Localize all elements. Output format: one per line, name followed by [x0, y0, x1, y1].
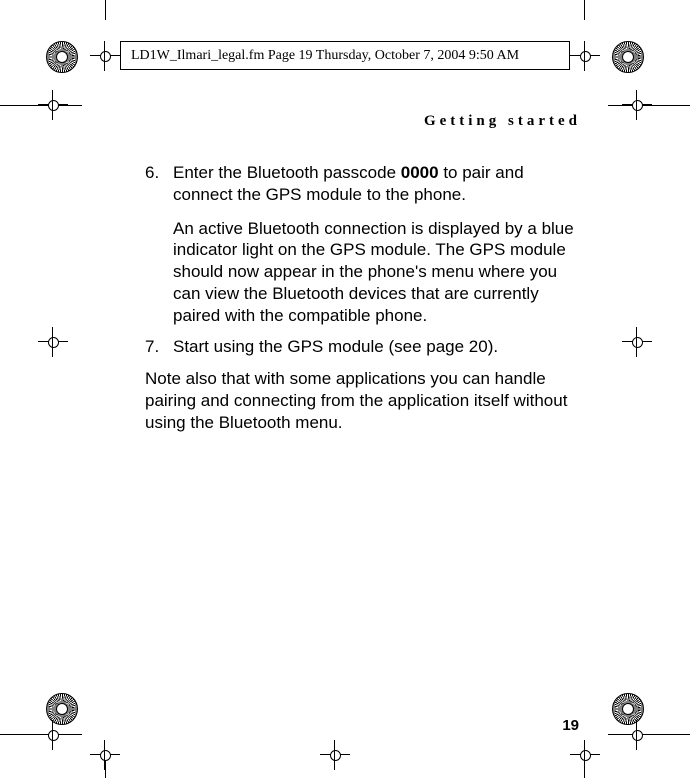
registration-cross-icon: [622, 327, 652, 357]
file-info-text: LD1W_Ilmari_legal.fm Page 19 Thursday, O…: [131, 48, 519, 64]
registration-disc-icon: [46, 41, 78, 73]
section-title: Getting started: [105, 113, 585, 130]
registration-disc-icon: [612, 41, 644, 73]
list-number: 7.: [145, 336, 159, 358]
registration-cross-icon: [622, 720, 652, 750]
registration-cross-icon: [320, 740, 350, 770]
list-number: 6.: [145, 162, 159, 184]
registration-cross-icon: [570, 41, 600, 71]
registration-cross-icon: [570, 740, 600, 770]
page-number: 19: [562, 717, 579, 734]
registration-cross-icon: [90, 740, 120, 770]
registration-cross-icon: [38, 90, 68, 120]
file-header: LD1W_Ilmari_legal.fm Page 19 Thursday, O…: [120, 41, 570, 70]
crop-line: [584, 0, 585, 20]
page-content: Getting started 6. Enter the Bluetooth p…: [105, 105, 585, 734]
crop-line: [105, 0, 106, 20]
note-text: Note also that with some applications yo…: [105, 368, 585, 433]
step-subtext: An active Bluetooth connection is displa…: [173, 218, 585, 327]
registration-cross-icon: [38, 720, 68, 750]
step-text: Start using the GPS module (see page 20)…: [173, 337, 498, 356]
registration-cross-icon: [90, 41, 120, 71]
registration-cross-icon: [38, 327, 68, 357]
step-text: Enter the Bluetooth passcode 0000 to pai…: [173, 163, 524, 204]
text-fragment: Enter the Bluetooth passcode: [173, 163, 401, 182]
ordered-list: 6. Enter the Bluetooth passcode 0000 to …: [105, 162, 585, 358]
passcode: 0000: [401, 163, 439, 182]
registration-cross-icon: [622, 90, 652, 120]
list-item: 6. Enter the Bluetooth passcode 0000 to …: [173, 162, 585, 326]
list-item: 7. Start using the GPS module (see page …: [173, 336, 585, 358]
